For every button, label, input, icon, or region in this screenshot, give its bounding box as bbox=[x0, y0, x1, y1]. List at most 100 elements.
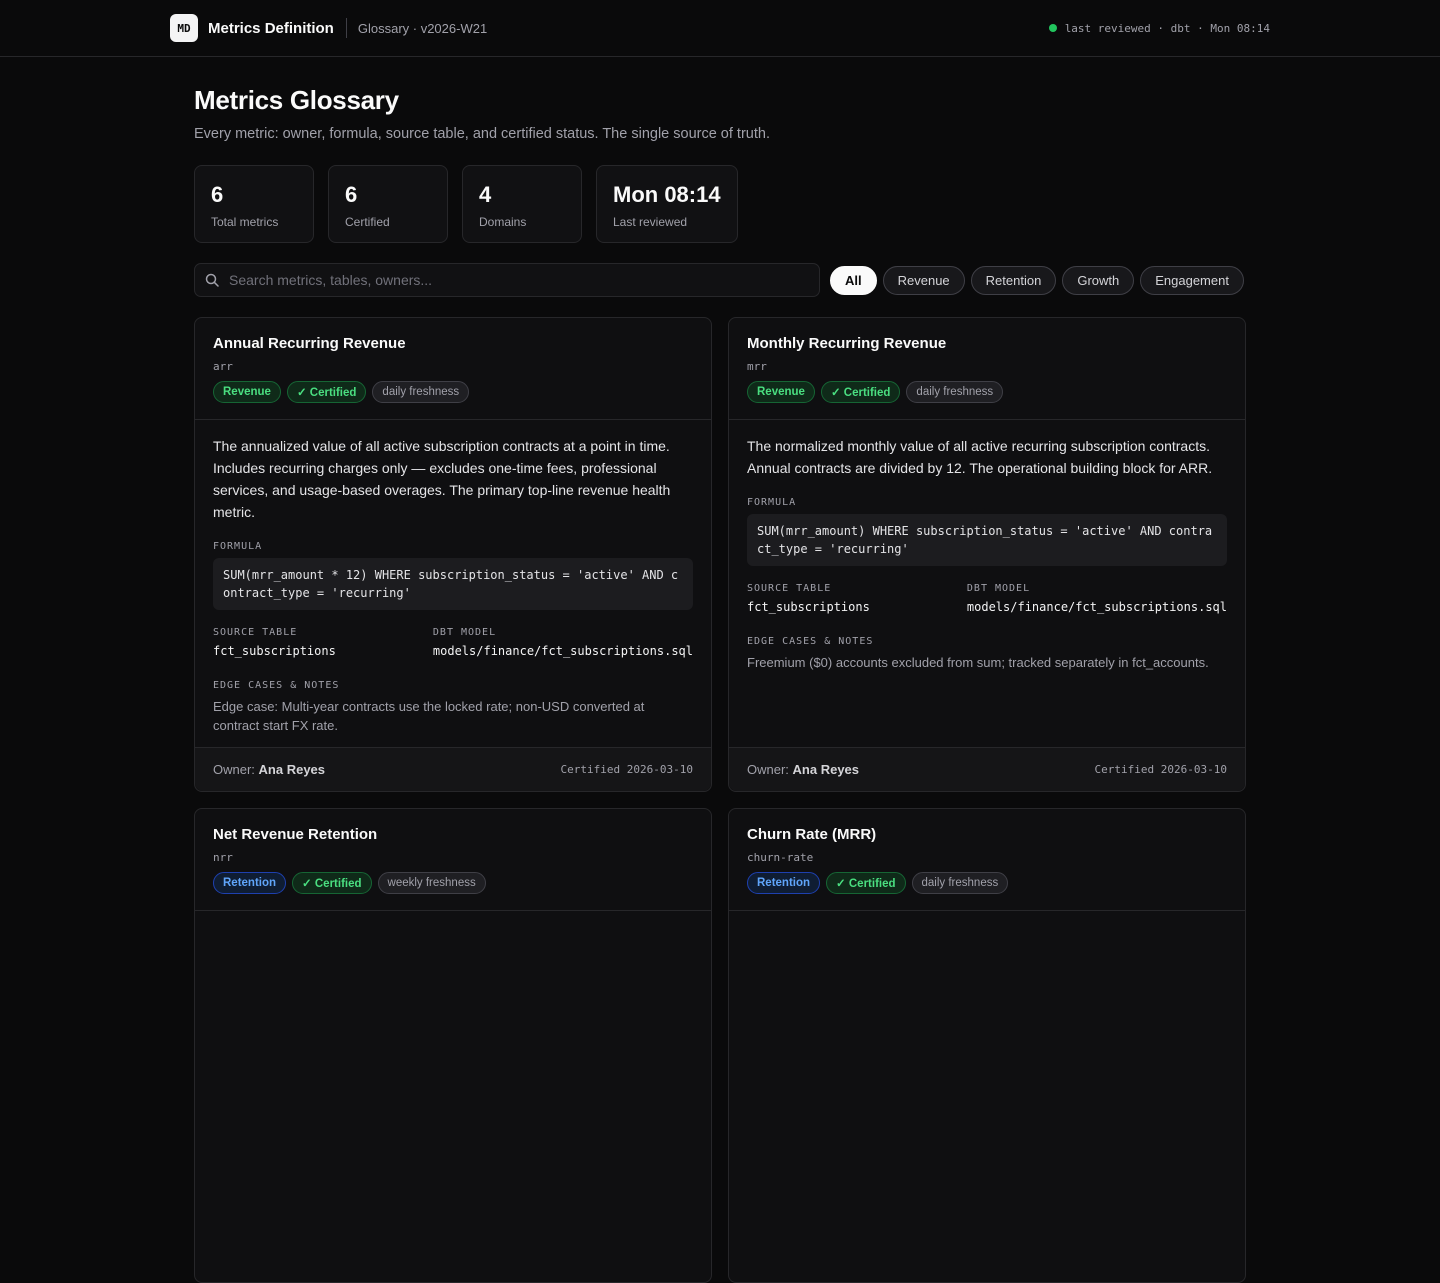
freshness-badge: daily freshness bbox=[906, 381, 1004, 403]
breadcrumb[interactable]: Glossary · v2026-W21 bbox=[358, 21, 487, 36]
formula-label: FORMULA bbox=[747, 497, 797, 508]
certified-badge: ✓ Certified bbox=[820, 381, 901, 403]
metric-card-churn-rate[interactable]: Churn Rate (MRR) churn-rate Retention ✓ … bbox=[728, 808, 1246, 1283]
filter-revenue[interactable]: Revenue bbox=[882, 265, 965, 295]
card-header: Net Revenue Retention nrr Retention ✓ Ce… bbox=[195, 809, 711, 911]
domain-badge: Revenue bbox=[213, 381, 281, 403]
stat-value: Mon 08:14 bbox=[613, 182, 721, 207]
status-text: last reviewed · dbt · Mon 08:14 bbox=[1064, 21, 1270, 35]
notes-label: EDGE CASES & NOTES bbox=[213, 680, 340, 691]
metrics-grid: Annual Recurring Revenue arr Revenue ✓ C… bbox=[194, 317, 1246, 1283]
card-header: Annual Recurring Revenue arr Revenue ✓ C… bbox=[195, 318, 711, 420]
formula-code: SUM(mrr_amount) WHERE subscription_statu… bbox=[747, 514, 1227, 566]
app-logo[interactable]: MD bbox=[170, 14, 198, 42]
app-title[interactable]: Metrics Definition bbox=[208, 20, 334, 37]
card-body: The annualized value of all active subsc… bbox=[195, 420, 711, 735]
metric-name[interactable]: Annual Recurring Revenue bbox=[213, 335, 693, 352]
dbt-model-label: DBT MODEL bbox=[432, 627, 497, 638]
source-table-value: fct_subscriptions bbox=[747, 600, 870, 614]
owner: Owner: Ana Reyes bbox=[747, 762, 859, 777]
source-table-label: SOURCE TABLE bbox=[213, 627, 298, 638]
search-icon bbox=[205, 273, 219, 287]
metric-key: mrr bbox=[747, 360, 767, 373]
freshness-badge: weekly freshness bbox=[377, 872, 486, 894]
stat-value: 4 bbox=[479, 182, 492, 207]
certified-badge: ✓ Certified bbox=[292, 872, 372, 894]
owner-prefix: Owner: bbox=[213, 762, 255, 777]
source-table-value: fct_subscriptions bbox=[213, 644, 336, 658]
status-dot-icon bbox=[1048, 24, 1057, 32]
metric-description: The normalized monthly value of all acti… bbox=[747, 438, 1213, 476]
metric-key: arr bbox=[213, 360, 233, 373]
domain-filters: All Revenue Retention Growth Engagement bbox=[830, 265, 1244, 295]
search-input[interactable] bbox=[229, 272, 789, 288]
metric-card-mrr[interactable]: Monthly Recurring Revenue mrr Revenue ✓ … bbox=[728, 317, 1246, 792]
card-footer: Owner: Ana Reyes Certified 2026-03-10 bbox=[195, 747, 711, 791]
header-divider bbox=[345, 18, 347, 38]
filter-engagement[interactable]: Engagement bbox=[1140, 265, 1244, 295]
metric-card-nrr[interactable]: Net Revenue Retention nrr Retention ✓ Ce… bbox=[194, 808, 712, 1283]
certified-date: Certified 2026-03-10 bbox=[560, 763, 693, 776]
stat-label: Certified bbox=[345, 215, 390, 229]
domain-badge: Revenue bbox=[747, 381, 815, 403]
badge-row: Retention ✓ Certified daily freshness bbox=[747, 872, 1227, 894]
source-row: SOURCE TABLE fct_subscriptions DBT MODEL… bbox=[747, 583, 1227, 614]
filter-all[interactable]: All bbox=[830, 265, 877, 295]
dbt-model-value: models/finance/fct_subscriptions.sql bbox=[432, 644, 693, 658]
owner-prefix: Owner: bbox=[747, 762, 789, 777]
metric-notes: Freemium ($0) accounts excluded from sum… bbox=[747, 655, 1209, 670]
badge-row: Revenue ✓ Certified daily freshness bbox=[213, 381, 693, 403]
stat-label: Domains bbox=[479, 215, 527, 229]
stat-last-reviewed: Mon 08:14 Last reviewed bbox=[596, 165, 738, 243]
page-subtitle: Every metric: owner, formula, source tab… bbox=[194, 126, 770, 142]
stat-label: Last reviewed bbox=[613, 215, 688, 229]
certified-date: Certified 2026-03-10 bbox=[1094, 763, 1227, 776]
source-table-col: SOURCE TABLE fct_subscriptions bbox=[213, 627, 433, 658]
stat-total-metrics: 6 Total metrics bbox=[194, 165, 314, 243]
notes-label: EDGE CASES & NOTES bbox=[747, 636, 874, 647]
dbt-model-col: DBT MODEL models/finance/fct_subscriptio… bbox=[967, 583, 1227, 614]
dbt-model-label: DBT MODEL bbox=[966, 583, 1031, 594]
filter-growth[interactable]: Growth bbox=[1062, 265, 1135, 295]
stat-value: 6 bbox=[345, 182, 358, 207]
metric-key: churn-rate bbox=[747, 851, 814, 864]
filter-toolbar: All Revenue Retention Growth Engagement bbox=[194, 263, 1246, 297]
source-row: SOURCE TABLE fct_subscriptions DBT MODEL… bbox=[213, 627, 693, 658]
metric-description: The annualized value of all active subsc… bbox=[213, 438, 671, 520]
owner-name[interactable]: Ana Reyes bbox=[793, 762, 859, 777]
page-title: Metrics Glossary bbox=[194, 85, 399, 115]
metric-name[interactable]: Net Revenue Retention bbox=[213, 826, 693, 843]
badge-row: Revenue ✓ Certified daily freshness bbox=[747, 381, 1227, 403]
certified-badge: ✓ Certified bbox=[286, 381, 367, 403]
badge-row: Retention ✓ Certified weekly freshness bbox=[213, 872, 693, 894]
filter-retention[interactable]: Retention bbox=[970, 265, 1057, 295]
stats-row: 6 Total metrics 6 Certified 4 Domains Mo… bbox=[194, 165, 738, 243]
metric-card-arr[interactable]: Annual Recurring Revenue arr Revenue ✓ C… bbox=[194, 317, 712, 792]
domain-badge: Retention bbox=[213, 872, 287, 894]
card-header: Churn Rate (MRR) churn-rate Retention ✓ … bbox=[729, 809, 1245, 911]
card-footer: Owner: Ana Reyes Certified 2026-03-10 bbox=[729, 747, 1245, 791]
owner-name[interactable]: Ana Reyes bbox=[259, 762, 325, 777]
certified-badge: ✓ Certified bbox=[826, 872, 906, 894]
search-box[interactable] bbox=[194, 263, 820, 297]
dbt-model-value: models/finance/fct_subscriptions.sql bbox=[966, 600, 1227, 614]
stat-value: 6 bbox=[211, 182, 224, 207]
top-bar: MD Metrics Definition Glossary · v2026-W… bbox=[0, 0, 1440, 57]
metric-key: nrr bbox=[213, 851, 233, 864]
source-table-col: SOURCE TABLE fct_subscriptions bbox=[747, 583, 967, 614]
freshness-badge: daily freshness bbox=[372, 381, 470, 403]
review-status: last reviewed · dbt · Mon 08:14 bbox=[1048, 21, 1270, 35]
metric-notes: Edge case: Multi-year contracts use the … bbox=[213, 699, 645, 733]
formula-label: FORMULA bbox=[213, 541, 263, 552]
stat-certified: 6 Certified bbox=[328, 165, 448, 243]
metric-name[interactable]: Monthly Recurring Revenue bbox=[747, 335, 1227, 352]
formula-code: SUM(mrr_amount * 12) WHERE subscription_… bbox=[213, 558, 693, 610]
stat-label: Total metrics bbox=[211, 215, 279, 229]
dbt-model-col: DBT MODEL models/finance/fct_subscriptio… bbox=[433, 627, 693, 658]
owner: Owner: Ana Reyes bbox=[213, 762, 325, 777]
card-body: The normalized monthly value of all acti… bbox=[729, 420, 1245, 672]
freshness-badge: daily freshness bbox=[911, 872, 1009, 894]
domain-badge: Retention bbox=[747, 872, 821, 894]
metric-name[interactable]: Churn Rate (MRR) bbox=[747, 826, 1227, 843]
source-table-label: SOURCE TABLE bbox=[747, 583, 832, 594]
